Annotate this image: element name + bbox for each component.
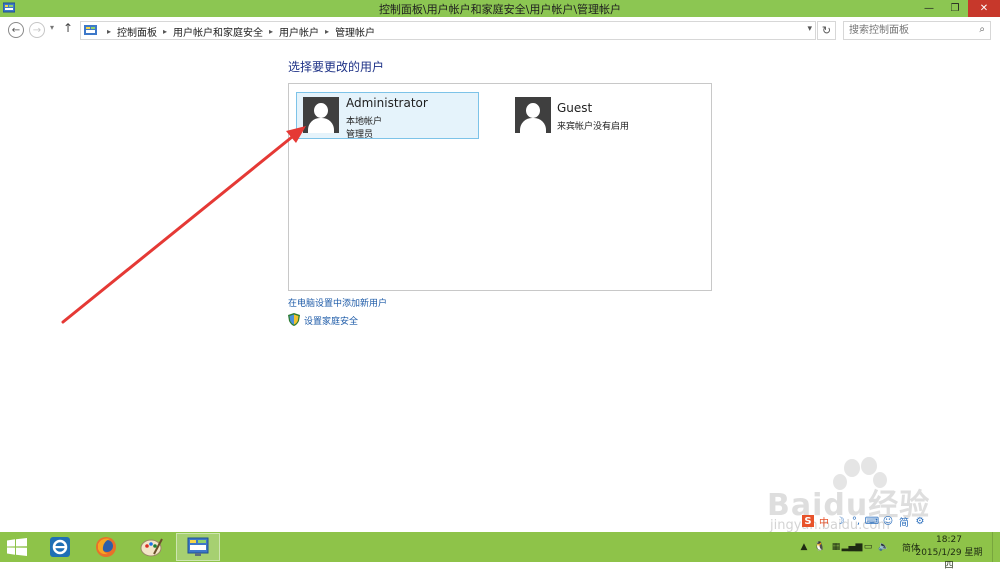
- control-panel-icon: [187, 537, 209, 556]
- sogou-logo-icon[interactable]: S: [802, 515, 814, 527]
- show-hidden-icons-chevron-up-icon[interactable]: ▲: [798, 541, 810, 553]
- taskbar-control-panel-button[interactable]: [176, 533, 220, 561]
- windows-start-icon[interactable]: [7, 538, 27, 556]
- clock-date: 2015/1/29 星期四: [915, 548, 983, 571]
- ime-punctuation-icon[interactable]: °,: [850, 515, 862, 527]
- clock-time: 18:27: [936, 535, 962, 545]
- taskbar-ie-button[interactable]: [38, 533, 82, 561]
- firefox-icon: [96, 537, 116, 557]
- ime-skin-icon[interactable]: ☺: [882, 515, 894, 527]
- ie-icon: [50, 537, 70, 557]
- qq-icon[interactable]: 🐧: [814, 541, 826, 553]
- signal-icon[interactable]: ▂▄▆: [842, 541, 863, 553]
- ime-toolbar: S 中 ☽ °, ⌨ ☺ 简 ⚙: [802, 514, 930, 529]
- paint-icon: [140, 538, 163, 557]
- taskbar-firefox-button[interactable]: [84, 533, 128, 561]
- show-desktop-button[interactable]: [992, 532, 1000, 562]
- ime-simplified-toggle[interactable]: 简: [898, 515, 910, 529]
- ime-keyboard-icon[interactable]: ⌨: [865, 515, 879, 527]
- system-tray: ▲ 🐧 ▦ ▂▄▆ ▭ 🔈 简体: [798, 536, 920, 558]
- network-icon[interactable]: ▦: [830, 541, 842, 553]
- taskbar-paint-button[interactable]: [130, 533, 174, 561]
- display-icon[interactable]: ▭: [862, 541, 874, 553]
- volume-icon[interactable]: 🔈: [878, 541, 890, 553]
- system-clock[interactable]: 18:27 2015/1/29 星期四: [912, 534, 986, 573]
- ime-halfwidth-icon[interactable]: ☽: [834, 515, 846, 527]
- ime-settings-icon[interactable]: ⚙: [914, 515, 926, 527]
- ime-chinese-mode[interactable]: 中: [818, 515, 830, 529]
